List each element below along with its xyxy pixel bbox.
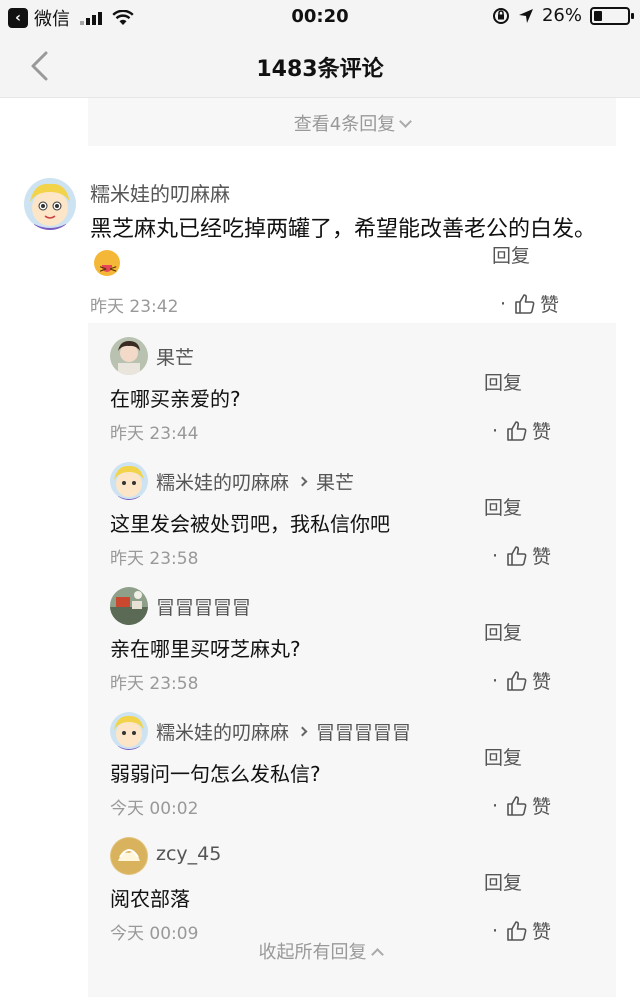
reply-time: 昨天 23:58	[110, 549, 199, 569]
page-title: 1483条评论	[256, 57, 384, 82]
view-replies-label: 查看4条回复	[293, 114, 396, 135]
reply-text: 这里发会被处罚吧，我私信你吧	[110, 512, 390, 536]
reply-to-arrow-icon	[297, 726, 308, 737]
reply-username: 冒冒冒冒冒	[156, 593, 251, 620]
collapse-replies-link[interactable]: 收起所有回复	[0, 938, 640, 964]
view-replies-link[interactable]: 查看4条回复	[88, 110, 616, 136]
reply-username: 糯米娃的叨麻麻 果芒	[156, 468, 354, 495]
status-bar: ‹ 微信 00:20 26%	[0, 0, 640, 34]
squinting-tongue-emoji-icon	[94, 250, 120, 288]
reply-item: zcy_45 阅农部落 今天 00:09 回复 · 赞	[88, 823, 616, 948]
comment-actions: 回复 · 赞	[492, 245, 559, 317]
reply-time: 昨天 23:44	[110, 424, 199, 444]
orientation-lock-icon	[492, 7, 509, 24]
reply-text: 在哪买亲爱的?	[110, 387, 241, 411]
reply-text: 阅农部落	[110, 887, 190, 911]
reply-to-user[interactable]: 果芒	[316, 468, 354, 495]
reply-button[interactable]: 回复	[484, 868, 640, 993]
reply-time: 今天 00:02	[110, 799, 199, 819]
reply-to-user[interactable]: 冒冒冒冒冒	[316, 718, 411, 745]
reply-actions: 回复 · 赞	[484, 372, 551, 444]
replies-panel: 果芒 在哪买亲爱的? 昨天 23:44 回复 · 赞 糯米娃的叨麻麻 果芒 这里…	[88, 323, 616, 997]
avatar[interactable]	[110, 462, 148, 500]
reply-actions: 回复 · 赞	[484, 622, 551, 694]
reply-item: 糯米娃的叨麻麻 冒冒冒冒冒 弱弱问一句怎么发私信? 今天 00:02 回复 · …	[88, 698, 616, 823]
reply-text: 亲在哪里买呀芝麻丸?	[110, 637, 301, 661]
collapse-replies-label: 收起所有回复	[258, 942, 367, 963]
navigation-bar: 1483条评论	[0, 34, 640, 98]
comment-username[interactable]: 糯米娃的叨麻麻	[90, 178, 230, 207]
location-icon	[518, 8, 533, 23]
avatar[interactable]	[110, 837, 148, 875]
reply-author[interactable]: 糯米娃的叨麻麻	[156, 718, 289, 745]
reply-author[interactable]: 果芒	[156, 343, 194, 370]
avatar[interactable]	[24, 178, 76, 230]
chevron-down-icon	[399, 115, 413, 128]
reply-username: 糯米娃的叨麻麻 冒冒冒冒冒	[156, 718, 411, 745]
avatar[interactable]	[110, 712, 148, 750]
reply-time: 昨天 23:58	[110, 674, 199, 694]
reply-item: 果芒 在哪买亲爱的? 昨天 23:44 回复 · 赞	[88, 323, 616, 448]
battery-percent: 26%	[541, 5, 582, 26]
previous-replies-box: 查看4条回复	[88, 98, 616, 146]
reply-username: 果芒	[156, 343, 194, 370]
reply-item: 糯米娃的叨麻麻 果芒 这里发会被处罚吧，我私信你吧 昨天 23:58 回复 · …	[88, 448, 616, 573]
battery-icon	[590, 6, 634, 25]
reply-author[interactable]: zcy_45	[156, 843, 221, 865]
reply-item: 冒冒冒冒冒 亲在哪里买呀芝麻丸? 昨天 23:58 回复 · 赞	[88, 573, 616, 698]
comment-time: 昨天 23:42	[90, 297, 179, 317]
reply-text: 弱弱问一句怎么发私信?	[110, 762, 321, 786]
chevron-up-icon	[370, 948, 384, 961]
reply-author[interactable]: 糯米娃的叨麻麻	[156, 468, 289, 495]
reply-author[interactable]: 冒冒冒冒冒	[156, 593, 251, 620]
status-bar-right: 26%	[492, 5, 634, 26]
avatar[interactable]	[110, 587, 148, 625]
reply-actions: 回复 · 赞	[484, 497, 551, 569]
reply-to-arrow-icon	[297, 476, 308, 487]
reply-actions: 回复 · 赞	[484, 747, 551, 819]
reply-username: zcy_45	[156, 843, 221, 865]
avatar[interactable]	[110, 337, 148, 375]
comment-text-body: 黑芝麻丸已经吃掉两罐了，希望能改善老公的白发。	[90, 217, 597, 242]
